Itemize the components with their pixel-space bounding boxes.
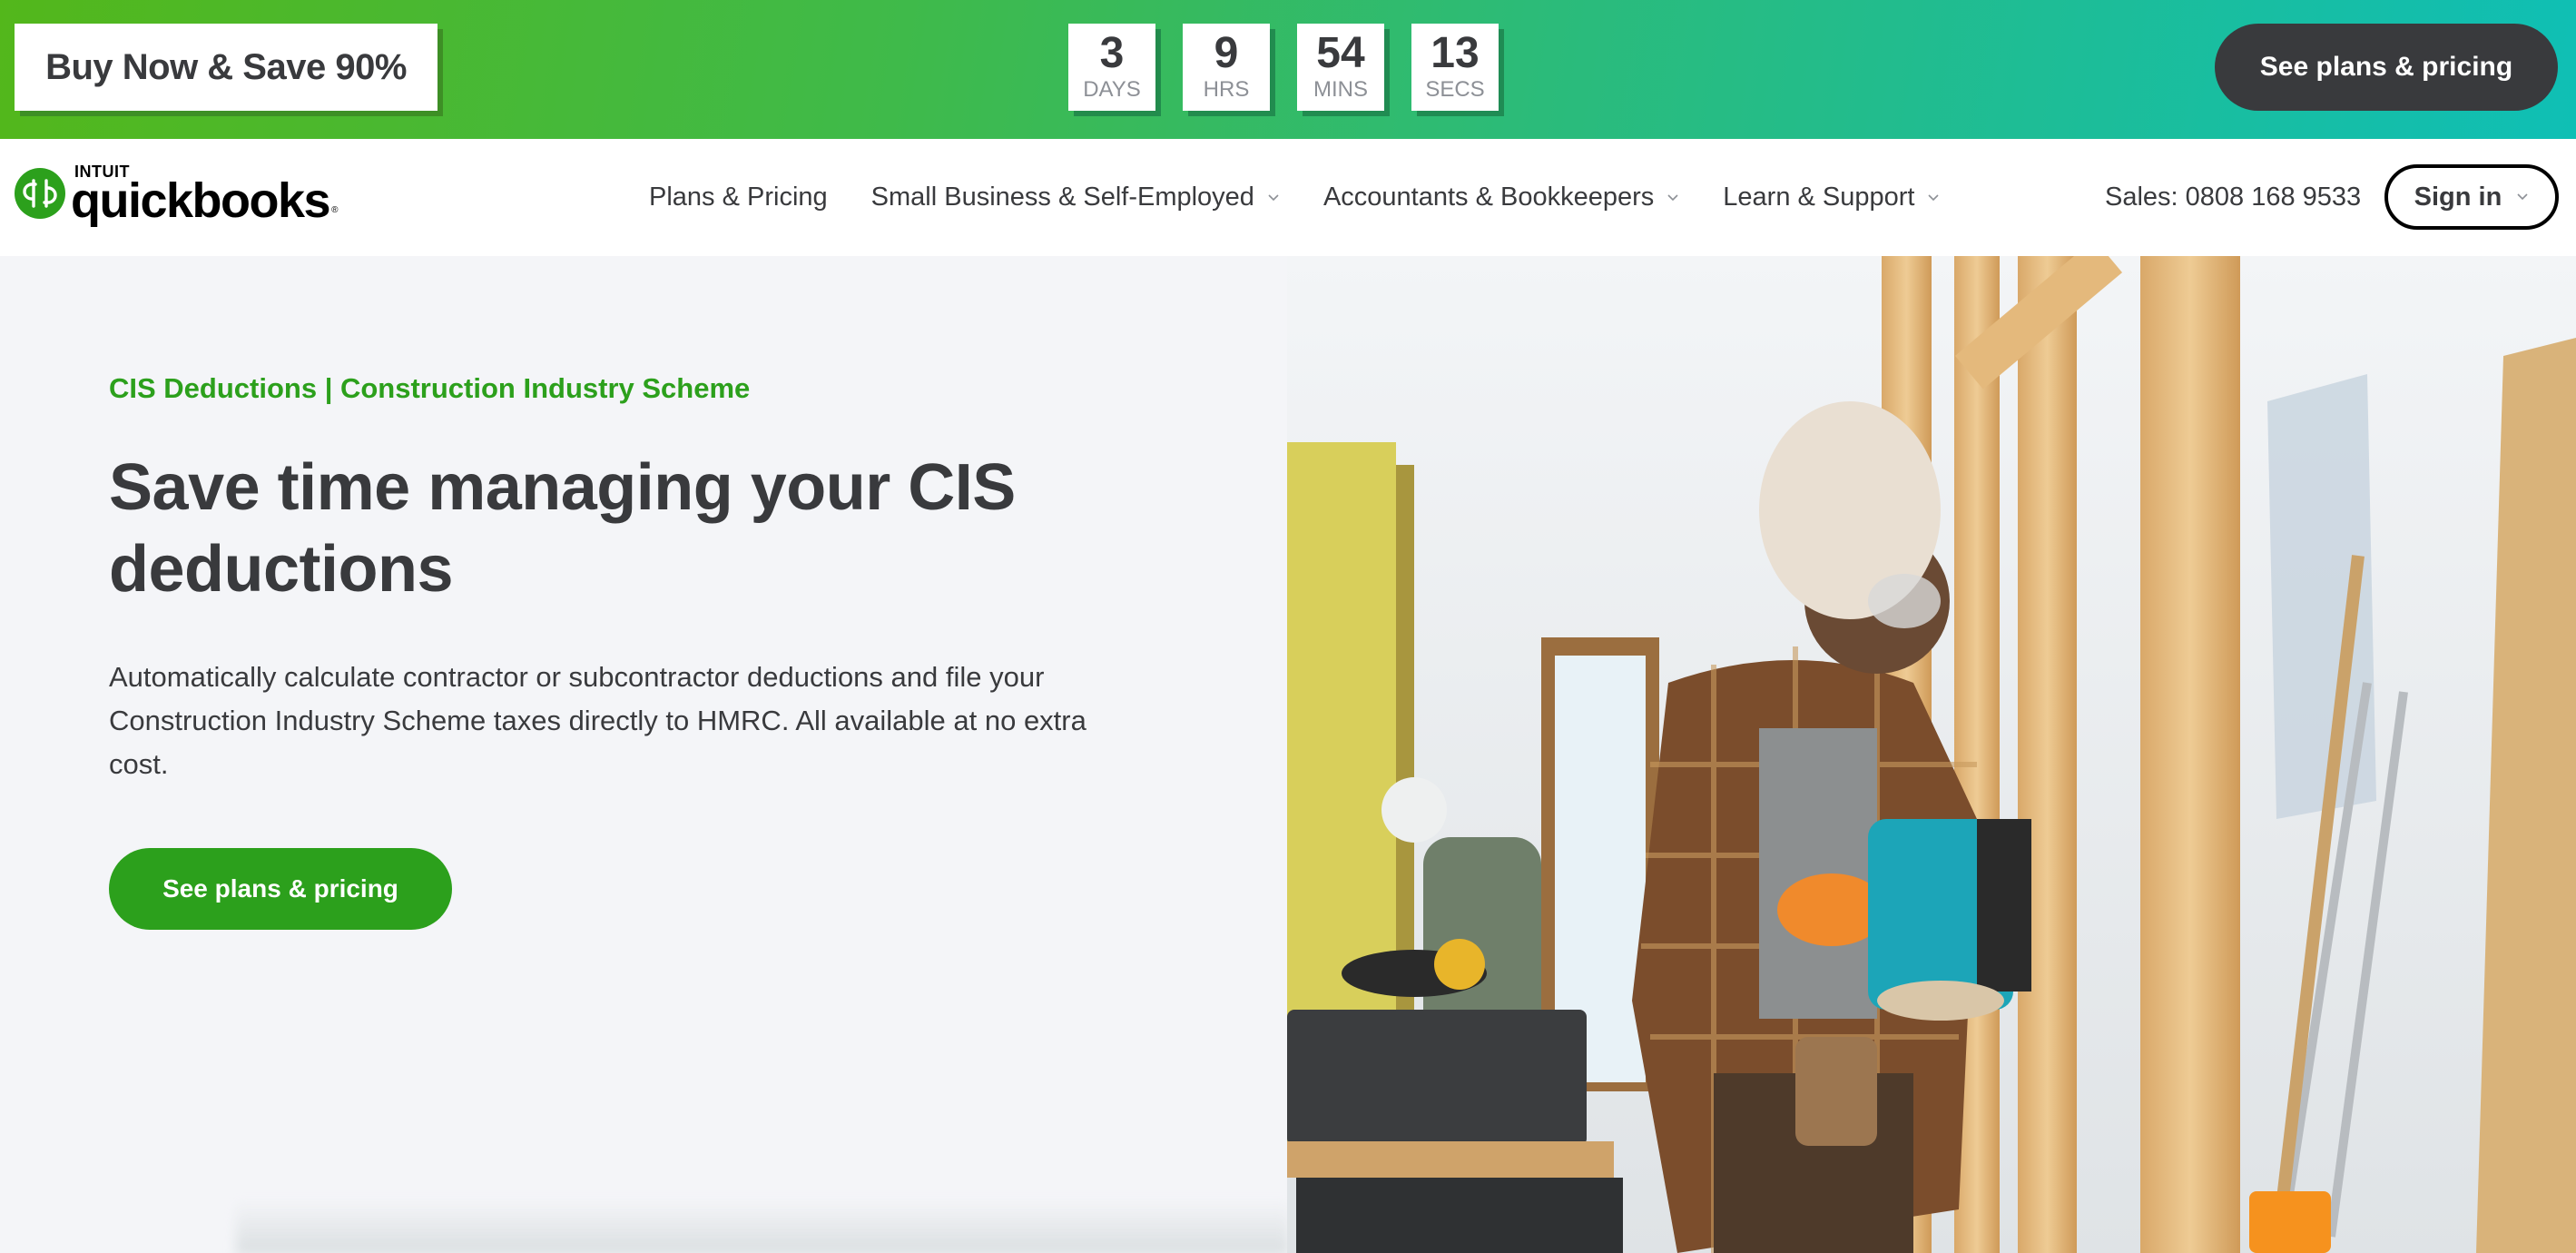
countdown-unit: MINS bbox=[1313, 77, 1368, 102]
hero-content: CIS Deductions | Construction Industry S… bbox=[0, 256, 1289, 1253]
nav-small-business[interactable]: Small Business & Self-Employed bbox=[871, 183, 1280, 212]
sign-in-label: Sign in bbox=[2414, 182, 2502, 212]
chevron-down-icon bbox=[1268, 193, 1279, 201]
hero-image bbox=[1287, 256, 2576, 1253]
hero-eyebrow: CIS Deductions | Construction Industry S… bbox=[109, 372, 751, 404]
section-shadow bbox=[236, 1200, 1289, 1253]
sales-phone[interactable]: Sales: 0808 168 9533 bbox=[2105, 139, 2361, 256]
countdown-days: 3 DAYS bbox=[1068, 24, 1155, 111]
promo-badge-label: Buy Now & Save 90% bbox=[45, 46, 407, 87]
nav-item-label: Plans & Pricing bbox=[649, 183, 828, 212]
countdown-unit: HRS bbox=[1203, 77, 1250, 102]
hero-see-plans-button[interactable]: See plans & pricing bbox=[109, 848, 452, 930]
qb-logo-icon bbox=[15, 168, 65, 219]
nav-plans-pricing[interactable]: Plans & Pricing bbox=[649, 183, 828, 212]
logo-wordmark: INTUIT quickbooks bbox=[71, 163, 331, 228]
countdown-value: 9 bbox=[1214, 29, 1239, 77]
countdown-unit: DAYS bbox=[1083, 77, 1141, 102]
countdown-value: 54 bbox=[1316, 29, 1365, 77]
countdown-hours: 9 HRS bbox=[1183, 24, 1270, 111]
chevron-down-icon bbox=[1667, 193, 1678, 201]
nav-item-label: Accountants & Bookkeepers bbox=[1322, 183, 1655, 212]
promo-badge[interactable]: Buy Now & Save 90% bbox=[15, 24, 438, 111]
chevron-down-icon bbox=[2517, 193, 2528, 201]
quickbooks-logo[interactable]: INTUIT quickbooks ® bbox=[15, 163, 339, 228]
logo-registered: ® bbox=[331, 205, 339, 215]
countdown-unit: SECS bbox=[1425, 77, 1485, 102]
countdown-minutes: 54 MINS bbox=[1297, 24, 1384, 111]
logo-product: quickbooks bbox=[71, 173, 331, 228]
chevron-down-icon bbox=[1928, 193, 1940, 201]
hero-headline: Save time managing your CIS deductions bbox=[109, 451, 1016, 606]
countdown-seconds: 13 SECS bbox=[1411, 24, 1499, 111]
countdown-value: 13 bbox=[1431, 29, 1480, 77]
countdown-timer: 3 DAYS 9 HRS 54 MINS 13 SECS bbox=[1068, 24, 1499, 111]
main-nav: INTUIT quickbooks ® Plans & Pricing Smal… bbox=[0, 139, 2576, 256]
nav-links: Plans & Pricing Small Business & Self-Em… bbox=[649, 139, 1983, 256]
sign-in-button[interactable]: Sign in bbox=[2384, 164, 2559, 230]
construction-worker-photo bbox=[1287, 256, 2576, 1253]
promo-see-plans-button[interactable]: See plans & pricing bbox=[2215, 24, 2558, 111]
promo-banner: Buy Now & Save 90% 3 DAYS 9 HRS 54 MINS … bbox=[0, 0, 2576, 139]
nav-learn-support[interactable]: Learn & Support bbox=[1723, 183, 1940, 212]
nav-item-label: Learn & Support bbox=[1723, 183, 1915, 212]
hero-description: Automatically calculate contractor or su… bbox=[109, 661, 1086, 780]
nav-item-label: Small Business & Self-Employed bbox=[870, 183, 1254, 212]
nav-accountants[interactable]: Accountants & Bookkeepers bbox=[1323, 183, 1679, 212]
countdown-value: 3 bbox=[1099, 29, 1125, 77]
